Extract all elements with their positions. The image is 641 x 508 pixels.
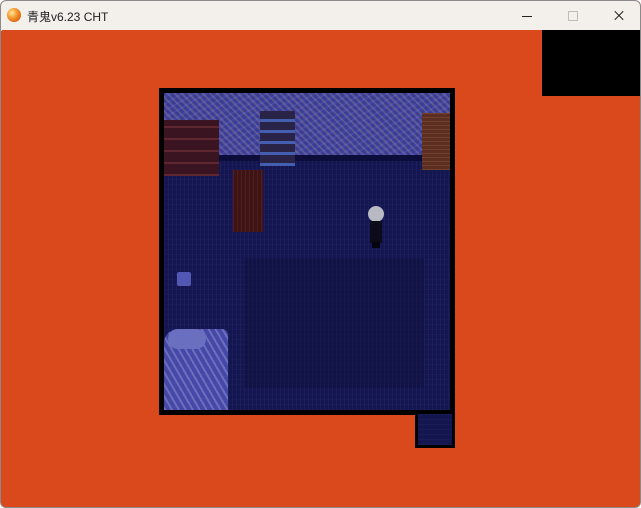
room xyxy=(159,88,455,415)
character-body xyxy=(370,221,382,243)
bed-pillow xyxy=(168,329,206,349)
character-legs xyxy=(372,242,380,248)
close-button[interactable] xyxy=(596,1,640,30)
floor-item xyxy=(177,272,191,286)
window-title: 青鬼v6.23 CHT xyxy=(27,10,109,24)
title-bar[interactable]: 青鬼v6.23 CHT xyxy=(1,1,640,31)
player-character xyxy=(366,206,386,248)
unlit-area xyxy=(542,30,640,96)
game-canvas[interactable] xyxy=(2,30,640,507)
tall-cabinet xyxy=(233,170,263,232)
exit-corridor xyxy=(415,414,455,448)
left-shelf xyxy=(164,120,219,176)
game-window: 青鬼v6.23 CHT xyxy=(0,0,641,508)
character-head xyxy=(368,206,384,222)
bookshelf xyxy=(260,111,295,166)
minimize-button[interactable] xyxy=(504,1,550,30)
room-floor xyxy=(164,93,450,410)
wooden-door xyxy=(422,113,450,170)
app-icon xyxy=(7,8,21,22)
maximize-button[interactable] xyxy=(550,1,596,30)
floor-rug xyxy=(244,258,424,388)
corridor-floor xyxy=(418,414,452,445)
